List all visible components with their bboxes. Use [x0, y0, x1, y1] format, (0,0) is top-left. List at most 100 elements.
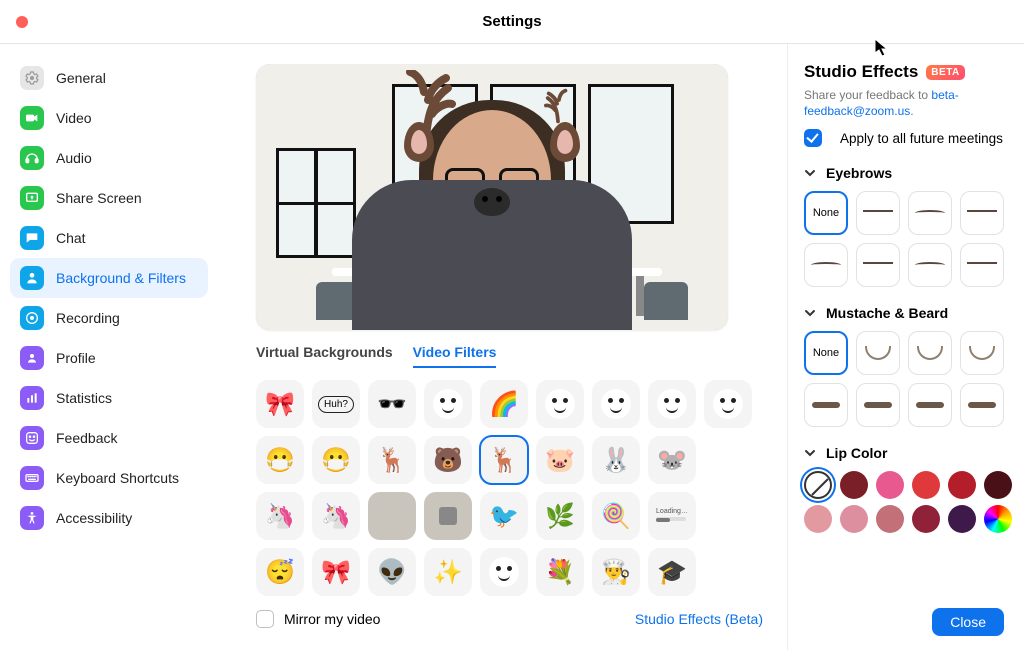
video-filter-tile[interactable] — [536, 380, 584, 428]
sidebar-item-profile[interactable]: Profile — [10, 338, 208, 378]
mustache-option[interactable] — [908, 331, 952, 375]
lip-color-option[interactable] — [876, 471, 904, 499]
video-filter-tile[interactable] — [704, 380, 752, 428]
lip-color-option[interactable] — [948, 471, 976, 499]
studio-effects-panel: Studio Effects BETA Share your feedback … — [788, 44, 1024, 650]
chat-icon — [20, 226, 44, 250]
sidebar-item-label: Accessibility — [56, 510, 132, 526]
sidebar-item-accessibility[interactable]: Accessibility — [10, 498, 208, 538]
video-filter-tile[interactable] — [424, 380, 472, 428]
close-window-button[interactable] — [16, 16, 28, 28]
sidebar-item-video[interactable]: Video — [10, 98, 208, 138]
mustache-option[interactable] — [804, 383, 848, 427]
titlebar: Settings — [0, 0, 1024, 44]
video-filter-tile[interactable]: 🎀 — [256, 380, 304, 428]
lip-color-option[interactable] — [840, 505, 868, 533]
video-filter-tile[interactable]: Loading… — [648, 492, 696, 540]
sidebar-item-share[interactable]: Share Screen — [10, 178, 208, 218]
mustache-section-toggle[interactable]: Mustache & Beard — [804, 305, 1008, 321]
apply-future-label: Apply to all future meetings — [840, 131, 1003, 146]
studio-effects-link[interactable]: Studio Effects (Beta) — [635, 611, 763, 627]
eyebrows-option[interactable] — [960, 191, 1004, 235]
video-preview — [256, 64, 728, 330]
eyebrows-option[interactable] — [908, 191, 952, 235]
sidebar-item-feedback[interactable]: Feedback — [10, 418, 208, 458]
video-filter-tile[interactable]: 🐭 — [648, 436, 696, 484]
video-filter-tile[interactable]: ✨ — [424, 548, 472, 596]
video-filter-tile[interactable]: 😷 — [256, 436, 304, 484]
video-filter-tile[interactable]: 🐷 — [536, 436, 584, 484]
lip-color-option[interactable] — [984, 505, 1012, 533]
eyebrows-option[interactable] — [856, 191, 900, 235]
mirror-video-checkbox[interactable]: Mirror my video — [256, 610, 380, 628]
video-filter-tile[interactable]: 🐦 — [480, 492, 528, 540]
lip-color-option[interactable] — [876, 505, 904, 533]
audio-icon — [20, 146, 44, 170]
eyebrows-option[interactable] — [856, 243, 900, 287]
sidebar-item-label: Share Screen — [56, 190, 142, 206]
lip-color-option[interactable] — [804, 471, 832, 499]
video-filter-tile[interactable] — [424, 492, 472, 540]
apply-future-checkbox[interactable]: Apply to all future meetings — [804, 129, 1008, 147]
mustache-option[interactable] — [856, 383, 900, 427]
lip-color-option[interactable] — [840, 471, 868, 499]
mustache-option[interactable]: None — [804, 331, 848, 375]
chevron-down-icon — [804, 167, 816, 179]
sidebar-item-label: General — [56, 70, 106, 86]
video-filter-tile[interactable]: Huh? — [312, 380, 360, 428]
video-filter-tile[interactable]: 🦌 — [368, 436, 416, 484]
mustache-option[interactable] — [960, 383, 1004, 427]
video-filter-tile[interactable] — [368, 492, 416, 540]
video-filter-tile[interactable]: 🌈 — [480, 380, 528, 428]
video-filter-tile[interactable]: 🐻 — [424, 436, 472, 484]
sidebar-item-stats[interactable]: Statistics — [10, 378, 208, 418]
smile-icon — [20, 426, 44, 450]
video-filter-tile[interactable]: 👨‍🍳 — [592, 548, 640, 596]
bg-filters-tabs: Virtual Backgrounds Video Filters — [256, 344, 763, 368]
eyebrows-option[interactable] — [804, 243, 848, 287]
video-filter-tile[interactable] — [592, 380, 640, 428]
video-filter-tile[interactable]: 🦄 — [256, 492, 304, 540]
mustache-option[interactable] — [908, 383, 952, 427]
lip-color-option[interactable] — [984, 471, 1012, 499]
chevron-down-icon — [804, 447, 816, 459]
lip-color-option[interactable] — [948, 505, 976, 533]
sidebar-item-label: Keyboard Shortcuts — [56, 470, 179, 486]
feedback-text: Share your feedback to beta-feedback@zoo… — [804, 88, 1008, 119]
video-filter-tile[interactable]: 🕶️ — [368, 380, 416, 428]
sidebar-item-shortcuts[interactable]: Keyboard Shortcuts — [10, 458, 208, 498]
mustache-option[interactable] — [960, 331, 1004, 375]
video-filter-tile[interactable]: 🍭 — [592, 492, 640, 540]
video-filter-tile[interactable] — [480, 548, 528, 596]
sidebar-item-chat[interactable]: Chat — [10, 218, 208, 258]
video-filter-tile[interactable]: 😷 — [312, 436, 360, 484]
video-filter-tile[interactable]: 🌿 — [536, 492, 584, 540]
sidebar-item-label: Chat — [56, 230, 86, 246]
sidebar-item-bg[interactable]: Background & Filters — [10, 258, 208, 298]
lip-color-option[interactable] — [912, 471, 940, 499]
video-filter-tile[interactable]: 😴 — [256, 548, 304, 596]
lip-color-section-toggle[interactable]: Lip Color — [804, 445, 1008, 461]
window-title: Settings — [482, 13, 541, 30]
eyebrows-section-toggle[interactable]: Eyebrows — [804, 165, 1008, 181]
lip-color-option[interactable] — [804, 505, 832, 533]
video-filter-tile[interactable]: 🦌 — [480, 436, 528, 484]
video-filter-tile[interactable]: 💐 — [536, 548, 584, 596]
video-filter-tile[interactable]: 👽 — [368, 548, 416, 596]
tab-video-filters[interactable]: Video Filters — [413, 344, 497, 368]
eyebrows-option[interactable] — [960, 243, 1004, 287]
tab-virtual-backgrounds[interactable]: Virtual Backgrounds — [256, 344, 393, 368]
video-filter-tile[interactable] — [648, 380, 696, 428]
sidebar-item-recording[interactable]: Recording — [10, 298, 208, 338]
sidebar-item-general[interactable]: General — [10, 58, 208, 98]
sidebar-item-audio[interactable]: Audio — [10, 138, 208, 178]
close-button[interactable]: Close — [932, 608, 1004, 636]
lip-color-option[interactable] — [912, 505, 940, 533]
eyebrows-option[interactable] — [908, 243, 952, 287]
video-filter-tile[interactable]: 🎀 — [312, 548, 360, 596]
video-filter-tile[interactable]: 🎓 — [648, 548, 696, 596]
mustache-option[interactable] — [856, 331, 900, 375]
video-filter-tile[interactable]: 🐰 — [592, 436, 640, 484]
eyebrows-option[interactable]: None — [804, 191, 848, 235]
video-filter-tile[interactable]: 🦄 — [312, 492, 360, 540]
